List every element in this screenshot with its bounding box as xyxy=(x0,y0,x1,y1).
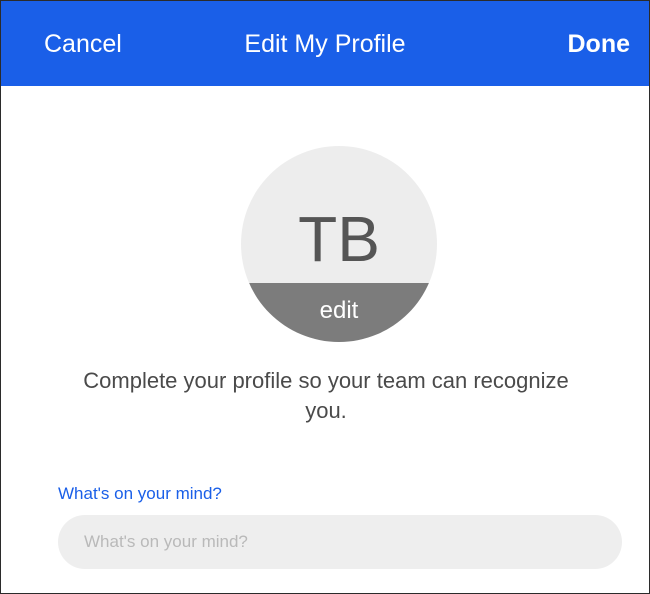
avatar[interactable]: TB edit xyxy=(241,146,437,342)
status-input[interactable] xyxy=(58,515,622,569)
profile-prompt-text: Complete your profile so your team can r… xyxy=(83,368,569,423)
avatar-edit-button[interactable]: edit xyxy=(241,283,437,342)
edit-profile-screen: Cancel Edit My Profile Done TB edit Comp… xyxy=(0,0,650,594)
status-field-label: What's on your mind? xyxy=(58,484,222,503)
page-title: Edit My Profile xyxy=(244,30,406,58)
avatar-initials: TB xyxy=(298,203,380,275)
done-button[interactable]: Done xyxy=(568,29,631,59)
avatar-edit-label: edit xyxy=(319,297,359,324)
navigation-bar: Cancel Edit My Profile Done xyxy=(1,1,649,86)
